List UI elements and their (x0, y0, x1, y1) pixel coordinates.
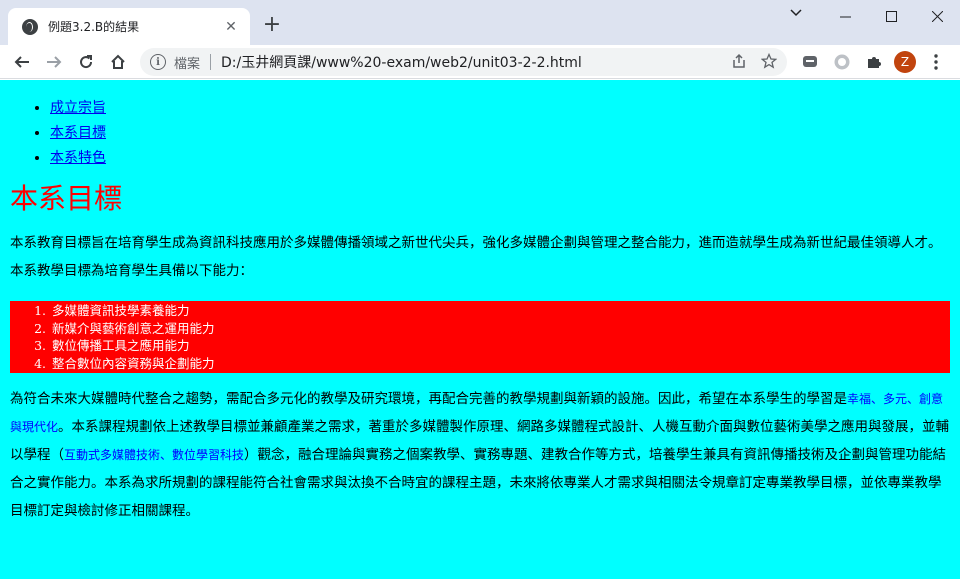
browser-toolbar: i 檔案 D:/玉井網頁課/www%20-exam/web2/unit03-2-… (0, 45, 960, 79)
nav-item: 本系特色 (50, 146, 950, 171)
extensions-puzzle-icon[interactable] (860, 48, 888, 76)
ability-item: 新媒介與藝術創意之運用能力 (50, 320, 950, 338)
info-icon[interactable]: i (150, 54, 166, 70)
profile-initial: Z (894, 51, 916, 73)
tab-close-button[interactable]: ✕ (222, 18, 240, 36)
close-window-button[interactable] (914, 0, 960, 32)
new-tab-button[interactable]: + (258, 11, 286, 39)
nav-link-purpose[interactable]: 成立宗旨 (50, 100, 106, 116)
highlight-programs: 互動式多媒體技術、數位學習科技 (64, 448, 245, 462)
globe-icon (22, 18, 38, 35)
tab-title: 例題3.2.B的結果 (48, 20, 140, 34)
nav-item: 本系目標 (50, 121, 950, 146)
nav-link-features[interactable]: 本系特色 (50, 150, 106, 166)
nav-link-goals[interactable]: 本系目標 (50, 125, 106, 141)
more-vertical-icon (934, 54, 938, 70)
tab-search-chevron-icon[interactable] (790, 6, 802, 21)
tab-strip: 例題3.2.B的結果 ✕ + (0, 0, 960, 45)
nav-item: 成立宗旨 (50, 96, 950, 121)
intro-paragraph: 本系教育目標旨在培育學生成為資訊科技應用於多媒體傳播領域之新世代尖兵，強化多媒體… (10, 235, 942, 279)
forward-button[interactable] (40, 48, 68, 76)
reload-icon (80, 54, 93, 68)
ability-item: 數位傳播工具之應用能力 (50, 337, 950, 355)
page-heading: 本系目標 (10, 182, 123, 215)
web-page: 成立宗旨 本系目標 本系特色 本系目標 本系教育目標旨在培育學生成為資訊科技應用… (0, 80, 960, 579)
bookmark-star-icon[interactable] (760, 52, 778, 73)
file-scheme-label: 檔案 (174, 56, 201, 72)
share-icon[interactable] (731, 53, 747, 73)
abilities-list: 多媒體資訊技學素養能力 新媒介與藝術創意之運用能力 數位傳播工具之應用能力 整合… (10, 301, 950, 373)
home-icon (111, 54, 125, 69)
address-bar[interactable]: i 檔案 D:/玉井網頁課/www%20-exam/web2/unit03-2-… (140, 48, 787, 76)
reload-button[interactable] (72, 48, 100, 76)
back-button[interactable] (8, 48, 36, 76)
forward-arrow-icon (47, 55, 62, 68)
url-text[interactable]: D:/玉井網頁課/www%20-exam/web2/unit03-2-2.htm… (221, 52, 582, 72)
curriculum-paragraph: 為符合未來大媒體時代整合之趨勢，需配合多元化的教學及研究環境，再配合完善的教學規… (10, 385, 950, 525)
back-arrow-icon (14, 55, 29, 68)
browser-menu-button[interactable] (922, 48, 950, 76)
address-divider (210, 54, 212, 70)
extension-chat-icon[interactable] (796, 48, 824, 76)
home-button[interactable] (104, 48, 132, 76)
browser-tab[interactable]: 例題3.2.B的結果 ✕ (8, 8, 250, 45)
detail-text-1: 為符合未來大媒體時代整合之趨勢，需配合多元化的教學及研究環境，再配合完善的教學規… (10, 391, 847, 407)
window-controls (822, 0, 960, 32)
profile-avatar[interactable]: Z (891, 48, 919, 76)
maximize-button[interactable] (868, 0, 914, 32)
ability-item: 整合數位內容資務與企劃能力 (50, 355, 950, 373)
extension-badge-icon[interactable] (828, 48, 856, 76)
minimize-button[interactable] (822, 0, 868, 32)
page-nav-list: 成立宗旨 本系目標 本系特色 (10, 96, 950, 171)
ability-item: 多媒體資訊技學素養能力 (50, 302, 950, 320)
